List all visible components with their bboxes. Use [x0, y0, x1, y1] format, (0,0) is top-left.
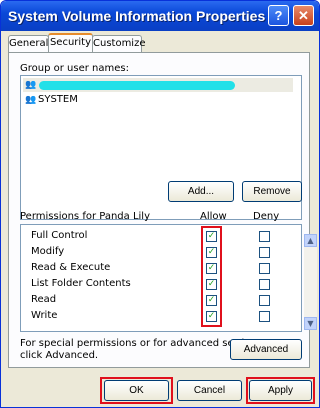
scroll-up-icon[interactable]: ▲ [304, 234, 317, 247]
allow-highlight-box [201, 226, 222, 327]
properties-dialog: System Volume Information Properties ? ✕… [0, 0, 320, 408]
allow-column-header: Allow [200, 211, 227, 222]
deny-checkbox[interactable] [259, 311, 270, 322]
deny-column-header: Deny [253, 211, 280, 222]
window-title: System Volume Information Properties [8, 8, 266, 24]
help-button[interactable]: ? [268, 5, 289, 26]
permission-row: Write ✓ [21, 309, 289, 325]
tab-customize[interactable]: Customize [92, 35, 146, 52]
permission-name: List Folder Contents [31, 278, 131, 289]
group-users-label: Group or user names: [20, 63, 129, 74]
apply-button[interactable]: Apply [249, 380, 312, 401]
user-name: SYSTEM [38, 94, 78, 105]
permission-name: Modify [31, 246, 65, 257]
user-row-redacted[interactable]: 👥 [23, 78, 293, 92]
permission-row: Read & Execute ✓ [21, 261, 289, 277]
permissions-list: Full Control ✓ Modify ✓ Read & Execute ✓… [20, 224, 317, 332]
permission-name: Read & Execute [31, 262, 111, 273]
ok-button[interactable]: OK [104, 380, 169, 401]
scroll-down-icon[interactable]: ▼ [304, 317, 317, 330]
permission-name: Write [31, 310, 58, 321]
permissions-header: Permissions for Panda Lily [20, 211, 150, 222]
close-button[interactable]: ✕ [293, 5, 314, 26]
deny-checkbox[interactable] [259, 231, 270, 242]
deny-checkbox[interactable] [259, 279, 270, 290]
users-icon: 👥 [25, 80, 37, 90]
remove-button[interactable]: Remove [242, 181, 302, 202]
deny-checkbox[interactable] [259, 247, 270, 258]
permission-name: Read [31, 294, 57, 305]
add-button[interactable]: Add... [168, 181, 234, 202]
tab-general[interactable]: General [8, 35, 49, 52]
users-icon: 👥 [25, 95, 37, 105]
security-panel: Group or user names: 👥 👥 SYSTEM Add... R… [8, 52, 317, 368]
permission-row: Full Control ✓ [21, 229, 289, 245]
special-permissions-text-2: click Advanced. [20, 350, 99, 361]
permissions-scrollbar[interactable]: ▲ ▼ [304, 234, 317, 330]
permission-name: Full Control [31, 230, 88, 241]
permission-row: Read ✓ [21, 293, 289, 309]
user-row-system[interactable]: 👥 SYSTEM [23, 93, 293, 107]
permission-row: Modify ✓ [21, 245, 289, 261]
cancel-button[interactable]: Cancel [177, 380, 242, 401]
redacted-name-bar [39, 81, 235, 90]
deny-checkbox[interactable] [259, 263, 270, 274]
permission-row: List Folder Contents ✓ [21, 277, 289, 293]
advanced-button[interactable]: Advanced [230, 339, 302, 360]
tab-security[interactable]: Security [48, 33, 93, 52]
title-bar[interactable]: System Volume Information Properties ? ✕ [1, 1, 319, 31]
special-permissions-text: For special permissions or for advanced … [20, 338, 266, 349]
deny-checkbox[interactable] [259, 295, 270, 306]
